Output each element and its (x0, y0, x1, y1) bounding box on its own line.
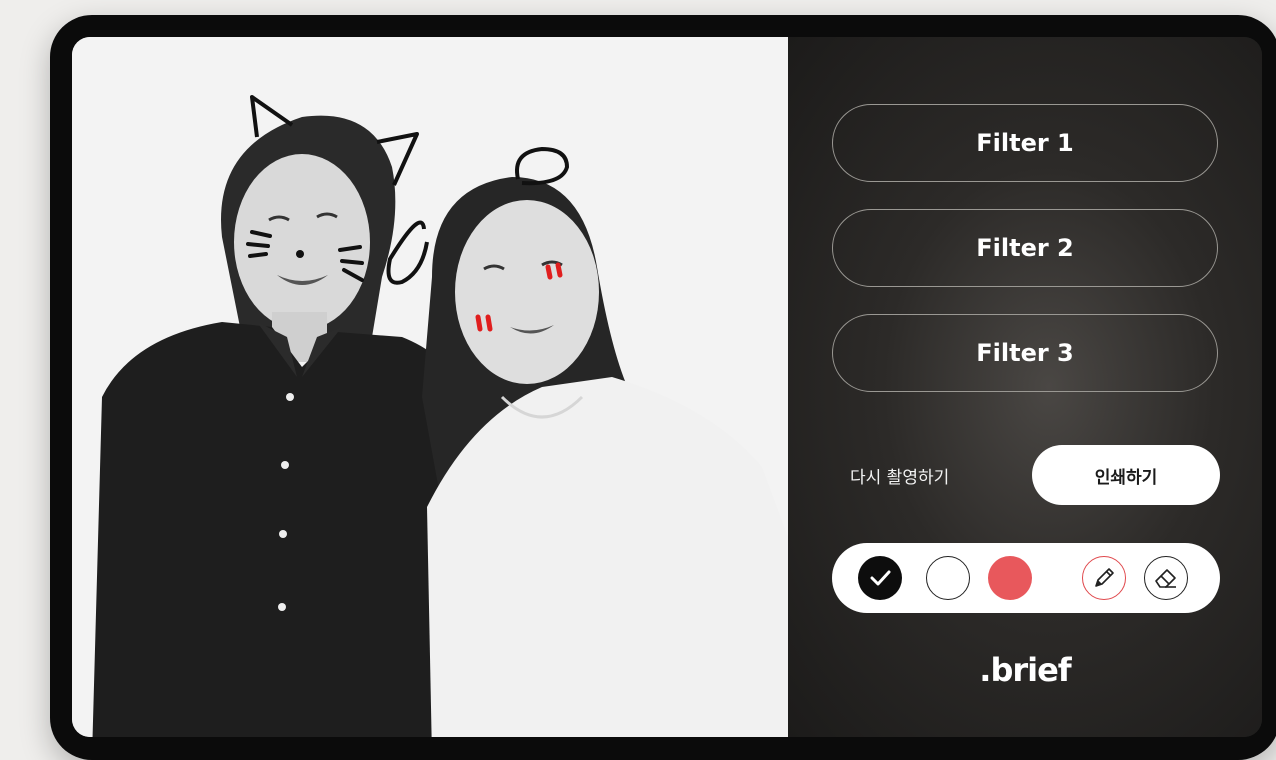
filter-2-button[interactable]: Filter 2 (832, 209, 1218, 287)
photo-booth-screen: Filter 1 Filter 2 Filter 3 다시 촬영하기 인쇄하기 (72, 37, 1262, 737)
check-icon (870, 570, 891, 586)
eraser-icon (1155, 569, 1176, 588)
filter-1-button[interactable]: Filter 1 (832, 104, 1218, 182)
photo-canvas[interactable] (72, 37, 788, 737)
left-person-shirt (92, 322, 472, 737)
drawing-toolbar (832, 543, 1220, 613)
color-swatch-white[interactable] (926, 556, 970, 600)
filter-3-button[interactable]: Filter 3 (832, 314, 1218, 392)
left-person-face (234, 154, 370, 330)
color-swatch-red[interactable] (988, 556, 1032, 600)
print-button[interactable]: 인쇄하기 (1032, 445, 1220, 505)
right-person-face (455, 200, 599, 384)
photo-illustration (72, 37, 788, 737)
brand-logo: .brief (979, 651, 1071, 689)
eraser-tool-button[interactable] (1144, 556, 1188, 600)
color-swatch-black[interactable] (858, 556, 902, 600)
retake-button[interactable]: 다시 촬영하기 (850, 463, 949, 493)
pencil-icon (1095, 568, 1114, 587)
control-panel: Filter 1 Filter 2 Filter 3 다시 촬영하기 인쇄하기 (788, 37, 1262, 737)
pencil-tool-button[interactable] (1082, 556, 1126, 600)
